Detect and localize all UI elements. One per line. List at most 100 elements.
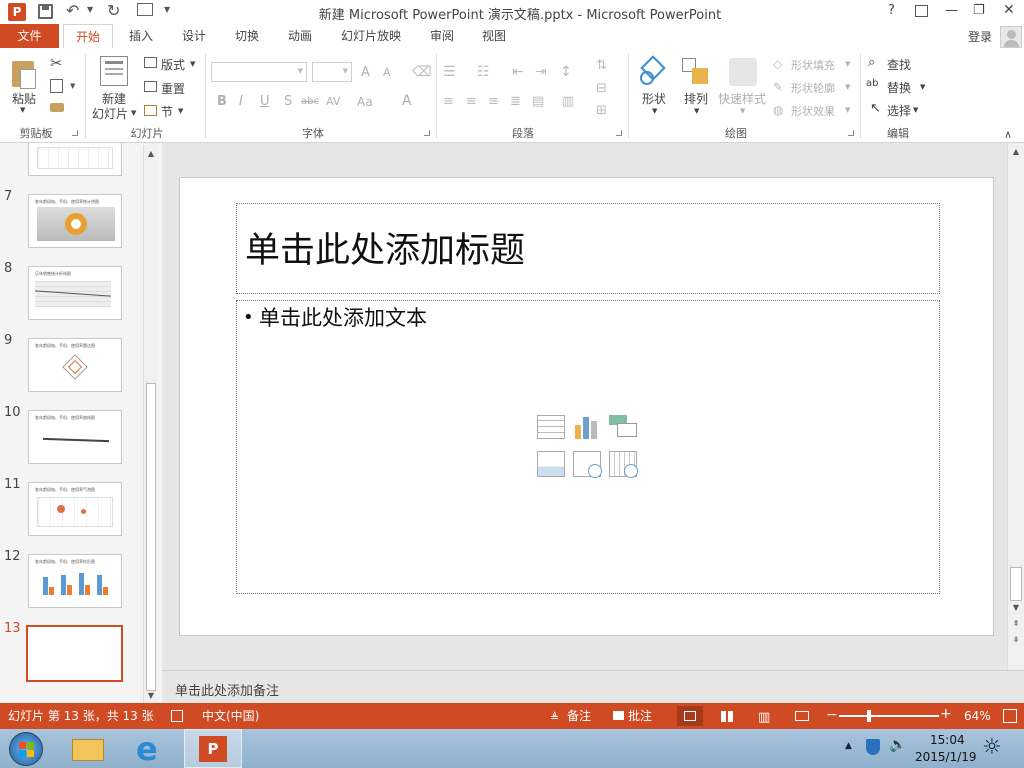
language-status[interactable]: 中文(中国)	[202, 703, 259, 729]
ribbon-display-options-icon[interactable]	[915, 5, 928, 17]
shapes-button[interactable]: 形状	[642, 90, 666, 107]
font-color-button[interactable]: A	[402, 93, 412, 109]
select-cursor-icon[interactable]: ↖	[870, 101, 881, 116]
layout-button[interactable]: 版式	[161, 56, 185, 73]
reset-button[interactable]: 重置	[161, 80, 185, 97]
new-slide-label-2[interactable]: 幻灯片	[92, 105, 128, 122]
copy-icon[interactable]	[50, 79, 63, 93]
scroll-up-icon[interactable]: ▲	[1011, 147, 1021, 157]
zoom-out-button[interactable]: −	[826, 707, 838, 723]
quick-styles-dropdown-icon[interactable]: ▼	[740, 107, 745, 115]
insert-video-icon[interactable]	[609, 451, 638, 478]
shapes-icon[interactable]	[640, 55, 668, 87]
insert-picture-icon[interactable]	[537, 451, 565, 477]
slide-thumbnail-selected[interactable]	[26, 625, 123, 682]
slide-thumbnail-partial[interactable]	[28, 143, 122, 176]
tab-review[interactable]: 审阅	[419, 24, 465, 48]
scroll-thumb[interactable]	[1010, 567, 1022, 601]
slideshow-from-start-icon[interactable]	[137, 3, 153, 16]
volume-icon[interactable]: 🔈	[889, 737, 906, 753]
insert-table-icon[interactable]	[537, 415, 565, 439]
tab-animations[interactable]: 动画	[277, 24, 323, 48]
scroll-up-icon[interactable]: ▲	[146, 149, 156, 159]
notes-toggle-button[interactable]: 备注	[567, 703, 591, 729]
powerpoint-taskbar-button[interactable]: P	[184, 729, 242, 768]
insert-online-picture-icon[interactable]	[573, 451, 602, 478]
tab-slideshow[interactable]: 幻灯片放映	[333, 24, 409, 48]
user-avatar[interactable]	[1000, 26, 1022, 48]
select-button[interactable]: 选择	[887, 102, 911, 119]
tab-transitions[interactable]: 切换	[224, 24, 270, 48]
change-case-button[interactable]: Aa	[357, 95, 373, 109]
font-name-combobox[interactable]: ▼	[211, 62, 307, 82]
slide-thumbnail[interactable]: 各年龄段电、手机、使用率柱形图	[28, 554, 122, 608]
align-text-icon[interactable]: ⊟	[596, 81, 607, 96]
copy-dropdown-icon[interactable]: ▼	[70, 82, 75, 90]
reset-icon[interactable]	[144, 81, 157, 92]
slide-thumbnail[interactable]: 各年龄段电、手机、使用率雷达图	[28, 338, 122, 392]
shape-fill-button[interactable]: 形状填充	[791, 57, 835, 73]
shape-effects-dropdown-icon[interactable]: ▼	[845, 106, 850, 114]
notes-icon[interactable]: ≜	[550, 711, 559, 724]
layout-dropdown-icon[interactable]: ▼	[190, 60, 195, 68]
powerpoint-app-icon[interactable]: P	[8, 3, 26, 21]
normal-view-icon[interactable]	[677, 706, 703, 726]
start-button-icon[interactable]	[9, 732, 43, 766]
smartart-icon[interactable]: ⊞	[596, 103, 607, 118]
tab-view[interactable]: 视图	[471, 24, 517, 48]
quick-styles-icon[interactable]	[729, 58, 757, 86]
shadow-button[interactable]: S	[284, 94, 292, 109]
shape-outline-button[interactable]: 形状轮廓	[791, 80, 835, 96]
text-direction-icon[interactable]: ⇅	[596, 58, 607, 73]
tab-insert[interactable]: 插入	[118, 24, 164, 48]
char-spacing-button[interactable]: AV	[326, 95, 340, 108]
previous-slide-icon[interactable]: ⇞	[1011, 619, 1021, 629]
weather-icon[interactable]: ☼	[982, 735, 1002, 760]
italic-button[interactable]: I	[239, 94, 243, 109]
strikethrough-button[interactable]: abc	[301, 96, 319, 107]
select-dropdown-icon[interactable]: ▼	[913, 106, 918, 114]
spell-check-icon[interactable]	[171, 710, 183, 722]
section-button[interactable]: 节	[161, 103, 173, 120]
quick-styles-button[interactable]: 快速样式	[718, 90, 766, 107]
section-icon[interactable]	[144, 105, 157, 116]
font-size-combobox[interactable]: ▼	[312, 62, 352, 82]
next-slide-icon[interactable]: ⇟	[1011, 635, 1021, 645]
bold-button[interactable]: B	[217, 94, 227, 109]
shape-effects-icon[interactable]: ◍	[773, 103, 783, 117]
shape-outline-dropdown-icon[interactable]: ▼	[845, 83, 850, 91]
slide-sorter-view-icon[interactable]	[721, 711, 734, 722]
align-left-icon[interactable]: ≡	[443, 94, 454, 109]
clear-formatting-icon[interactable]: ⌫	[412, 64, 432, 80]
redo-icon[interactable]: ↻	[107, 1, 120, 20]
find-button[interactable]: 查找	[887, 56, 911, 73]
scroll-thumb[interactable]	[146, 383, 156, 691]
file-explorer-icon[interactable]	[72, 735, 106, 763]
layout-icon[interactable]	[144, 57, 157, 68]
reading-view-icon[interactable]: ▥	[758, 710, 770, 725]
slide-thumbnail[interactable]: 各年龄段电、手机、使用率气泡图	[28, 482, 122, 536]
paragraph-launcher-icon[interactable]	[616, 130, 622, 136]
insert-chart-icon[interactable]	[573, 415, 601, 439]
slide-thumbnail[interactable]: 各年龄段电、手机、使用率曲线图	[28, 410, 122, 464]
font-launcher-icon[interactable]	[424, 130, 430, 136]
clipboard-launcher-icon[interactable]	[72, 130, 78, 136]
zoom-in-button[interactable]: +	[940, 706, 952, 722]
zoom-level[interactable]: 64%	[964, 703, 991, 729]
slide-thumbnail[interactable]: 历年销售统计折线图	[28, 266, 122, 320]
bullets-icon[interactable]: ☰	[443, 64, 456, 80]
new-slide-icon[interactable]	[100, 56, 128, 86]
zoom-slider-knob[interactable]	[867, 710, 871, 722]
replace-dropdown-icon[interactable]: ▼	[920, 83, 925, 91]
underline-button[interactable]: U	[260, 94, 270, 109]
clock-time[interactable]: 15:04	[930, 733, 965, 747]
customize-qat-icon[interactable]: ▼	[164, 5, 170, 14]
shape-outline-icon[interactable]: ✎	[773, 80, 783, 94]
scroll-down-icon[interactable]: ▼	[146, 691, 156, 701]
line-spacing-icon[interactable]: ↕	[560, 64, 572, 80]
section-dropdown-icon[interactable]: ▼	[178, 107, 183, 115]
format-painter-icon[interactable]	[50, 103, 64, 112]
tab-file[interactable]: 文件	[0, 24, 59, 48]
paste-dropdown-icon[interactable]: ▼	[20, 106, 25, 114]
restore-button[interactable]: ❐	[973, 3, 985, 18]
